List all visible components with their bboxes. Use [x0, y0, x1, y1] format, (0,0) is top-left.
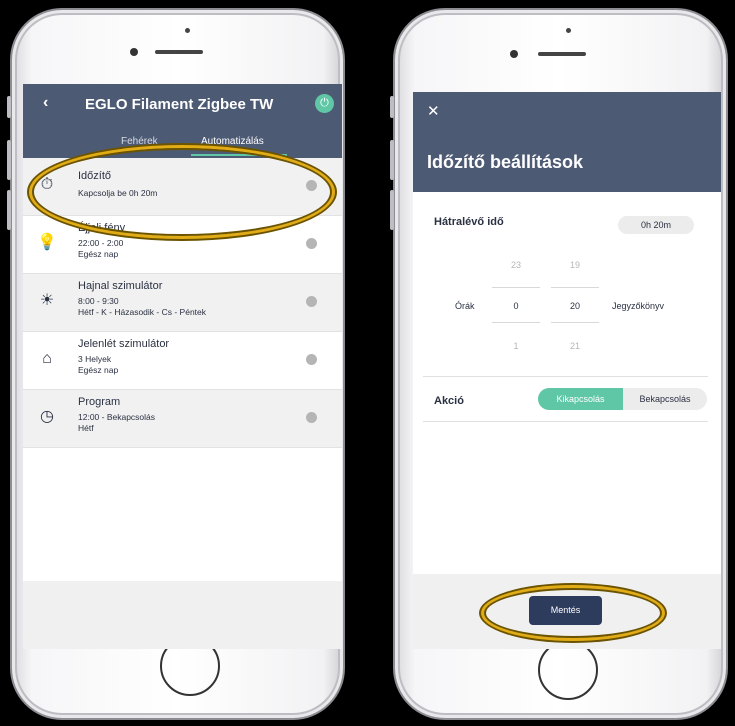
item-subtitle: 3 Helyek — [78, 354, 112, 364]
close-icon[interactable]: ✕ — [427, 102, 440, 120]
mute-switch — [7, 96, 11, 118]
item-subtitle-2: Hétf — [78, 423, 94, 433]
front-sensor — [566, 28, 571, 33]
item-subtitle: 8:00 - 9:30 — [78, 296, 119, 306]
remaining-time-value: 0h 20m — [618, 216, 694, 234]
item-title: Program — [78, 396, 121, 408]
item-subtitle-2: Egész nap — [78, 365, 119, 375]
device-title: EGLO Filament Zigbee TW — [85, 96, 274, 113]
volume-down-button — [7, 190, 11, 230]
earpiece — [538, 52, 586, 56]
tab-automation[interactable]: Automatizálás — [201, 136, 264, 147]
save-highlight-ellipse — [484, 588, 662, 638]
front-sensor — [185, 28, 190, 33]
mute-switch — [390, 96, 394, 118]
minutes-label: Jegyzőkönyv — [612, 301, 665, 311]
hours-line-top — [492, 287, 540, 288]
divider-bottom — [423, 421, 708, 422]
minutes-prev[interactable]: 19 — [551, 260, 599, 270]
action-on-button[interactable]: Bekapcsolás — [623, 388, 707, 410]
clock-icon: ◷ — [40, 408, 54, 425]
item-subtitle-2: Hétf - K - Házasodik - Cs - Péntek — [78, 307, 207, 317]
minutes-current[interactable]: 20 — [551, 301, 599, 311]
item-subtitle-2: Egész nap — [78, 249, 119, 259]
volume-down-button — [390, 190, 394, 230]
action-label: Akció — [434, 395, 464, 407]
item-toggle[interactable] — [306, 238, 317, 249]
front-camera — [130, 48, 138, 56]
earpiece — [155, 50, 203, 54]
bottom-area — [23, 581, 342, 649]
front-camera — [510, 50, 518, 58]
sunrise-icon: ☀ — [39, 292, 55, 309]
back-icon[interactable]: ‹ — [43, 94, 48, 112]
timer-highlight-ellipse — [32, 148, 332, 236]
minutes-line-bottom — [551, 322, 599, 323]
volume-up-button — [7, 140, 11, 180]
item-toggle[interactable] — [306, 412, 317, 423]
item-title: Hajnal szimulátor — [78, 280, 163, 292]
right-screen: ✕ Időzítő beállítások Hátralévő idő 0h 2… — [413, 92, 721, 649]
action-off-button[interactable]: Kikapcsolás — [538, 388, 623, 410]
item-subtitle: 22:00 - 2:00 — [78, 238, 124, 248]
tab-whites[interactable]: Fehérek — [121, 136, 158, 147]
minutes-next[interactable]: 21 — [551, 341, 599, 351]
hours-current[interactable]: 0 — [492, 301, 540, 311]
page-title: Időzítő beállítások — [427, 152, 584, 172]
item-toggle[interactable] — [306, 354, 317, 365]
list-item-dawn-simulator[interactable]: ☀ Hajnal szimulátor 8:00 - 9:30 Hétf - K… — [23, 274, 342, 332]
volume-up-button — [390, 140, 394, 180]
settings-header: ✕ Időzítő beállítások — [413, 92, 721, 192]
divider-top — [423, 376, 708, 377]
item-toggle[interactable] — [306, 296, 317, 307]
home-button[interactable] — [538, 640, 598, 700]
list-item-program[interactable]: ◷ Program 12:00 - Bekapcsolás Hétf — [23, 390, 342, 448]
bulb-icon: 💡 — [37, 234, 57, 251]
minutes-line-top — [551, 287, 599, 288]
hours-line-bottom — [492, 322, 540, 323]
item-title: Jelenlét szimulátor — [78, 338, 170, 350]
list-item-presence-simulator[interactable]: ⌂ Jelenlét szimulátor 3 Helyek Egész nap — [23, 332, 342, 390]
hours-next[interactable]: 1 — [492, 341, 540, 351]
hours-label: Órák — [455, 301, 475, 311]
app-header: ‹ EGLO Filament Zigbee TW ⏻ Fehérek Auto… — [23, 84, 342, 158]
home-icon: ⌂ — [42, 350, 52, 367]
power-icon[interactable]: ⏻ — [315, 94, 334, 113]
item-subtitle: 12:00 - Bekapcsolás — [78, 412, 156, 422]
remaining-time-label: Hátralévő idő — [434, 216, 504, 228]
hours-prev[interactable]: 23 — [492, 260, 540, 270]
